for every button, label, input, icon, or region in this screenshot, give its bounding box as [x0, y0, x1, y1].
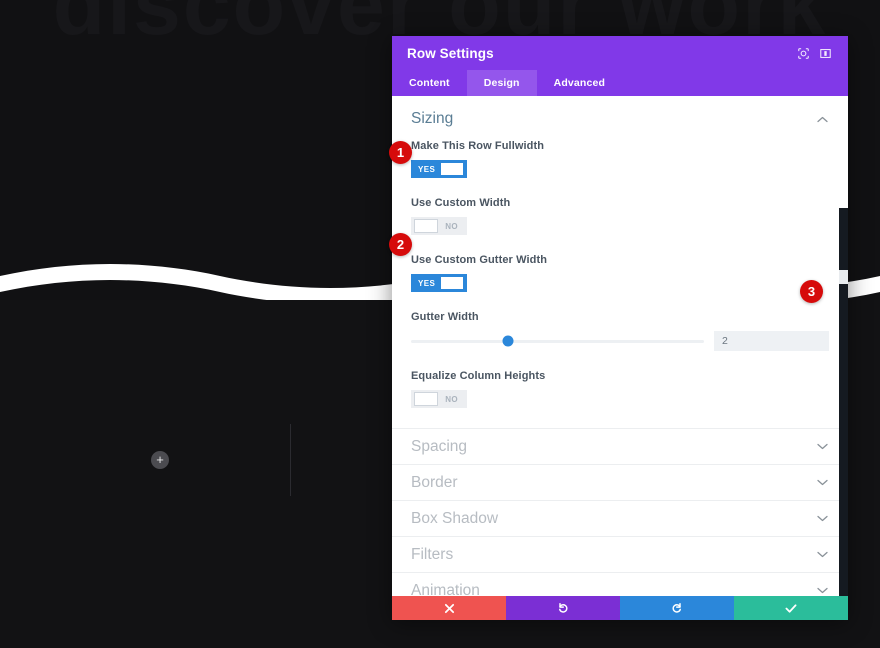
column-divider	[290, 424, 291, 496]
toggle-use-custom-gutter-width[interactable]: YES	[411, 274, 467, 292]
tab-design[interactable]: Design	[466, 70, 537, 96]
undo-button[interactable]	[506, 596, 620, 620]
field-use-custom-gutter-width: Use Custom Gutter Width YES	[411, 254, 829, 292]
save-button[interactable]	[734, 596, 848, 620]
gutter-width-input[interactable]	[714, 331, 829, 351]
toggle-use-custom-width[interactable]: NO	[411, 217, 467, 235]
field-use-custom-width: Use Custom Width NO	[411, 197, 829, 235]
split-view-icon[interactable]	[814, 42, 836, 64]
modal-body: Sizing Make This Row Fullwidth YES Use C…	[392, 96, 848, 596]
toggle-value: YES	[418, 278, 436, 288]
section-title-sizing: Sizing	[411, 110, 454, 127]
gutter-width-slider[interactable]	[411, 332, 704, 350]
section-filters[interactable]: Filters	[392, 536, 848, 572]
toggle-value: YES	[418, 164, 436, 174]
chevron-down-icon[interactable]	[815, 548, 829, 562]
chevron-down-icon[interactable]	[815, 512, 829, 526]
slider-handle[interactable]	[502, 335, 514, 347]
section-title: Box Shadow	[411, 509, 499, 527]
modal-tabs: Content Design Advanced	[392, 70, 848, 96]
check-icon	[785, 603, 797, 613]
close-icon	[444, 603, 454, 613]
field-gutter-width: Gutter Width	[411, 311, 829, 351]
toggle-value: NO	[445, 394, 458, 404]
field-make-row-fullwidth: Make This Row Fullwidth YES	[411, 140, 829, 178]
row-settings-modal: Row Settings Content Design Advanced Siz…	[392, 36, 848, 620]
toggle-make-row-fullwidth[interactable]: YES	[411, 160, 467, 178]
toggle-knob	[414, 219, 438, 233]
scrollbar-thumb[interactable]	[839, 270, 848, 284]
tab-advanced[interactable]: Advanced	[537, 70, 622, 96]
section-spacing[interactable]: Spacing	[392, 428, 848, 464]
toggle-knob	[440, 276, 464, 290]
chevron-down-icon[interactable]	[815, 584, 829, 597]
modal-scrollbar[interactable]	[839, 208, 848, 596]
add-row-button[interactable]: +	[151, 451, 169, 469]
field-label: Use Custom Width	[411, 197, 511, 209]
cancel-button[interactable]	[392, 596, 506, 620]
field-equalize-column-heights: Equalize Column Heights NO	[411, 370, 829, 408]
toggle-equalize-column-heights[interactable]: NO	[411, 390, 467, 408]
section-title: Animation	[411, 581, 480, 597]
field-label: Equalize Column Heights	[411, 370, 546, 382]
field-label: Make This Row Fullwidth	[411, 140, 545, 152]
step-badge-2: 2	[389, 233, 412, 256]
redo-icon	[672, 602, 681, 613]
section-title: Filters	[411, 545, 454, 563]
section-title: Spacing	[411, 437, 468, 455]
step-badge-3: 3	[800, 280, 823, 303]
field-label: Use Custom Gutter Width	[411, 254, 548, 266]
chevron-down-icon[interactable]	[815, 440, 829, 454]
section-content-sizing: Make This Row Fullwidth YES Use Custom W…	[392, 140, 848, 428]
section-title: Border	[411, 473, 458, 491]
modal-title: Row Settings	[407, 45, 494, 61]
modal-header: Row Settings	[392, 36, 848, 70]
gutter-width-control	[411, 331, 829, 351]
toggle-knob	[414, 392, 438, 406]
toggle-value: NO	[445, 221, 458, 231]
tab-content[interactable]: Content	[392, 70, 467, 96]
section-header-sizing[interactable]: Sizing	[392, 96, 848, 140]
step-badge-1: 1	[389, 141, 412, 164]
field-label: Gutter Width	[411, 311, 479, 323]
redo-button[interactable]	[620, 596, 734, 620]
toggle-knob	[440, 162, 464, 176]
section-box-shadow[interactable]: Box Shadow	[392, 500, 848, 536]
undo-icon	[559, 602, 568, 613]
slider-track	[411, 339, 704, 343]
modal-footer	[392, 596, 848, 620]
expand-icon[interactable]	[792, 42, 814, 64]
chevron-down-icon[interactable]	[815, 476, 829, 490]
section-border[interactable]: Border	[392, 464, 848, 500]
plus-icon: +	[156, 452, 164, 467]
chevron-up-icon[interactable]	[815, 112, 829, 126]
section-animation[interactable]: Animation	[392, 572, 848, 596]
